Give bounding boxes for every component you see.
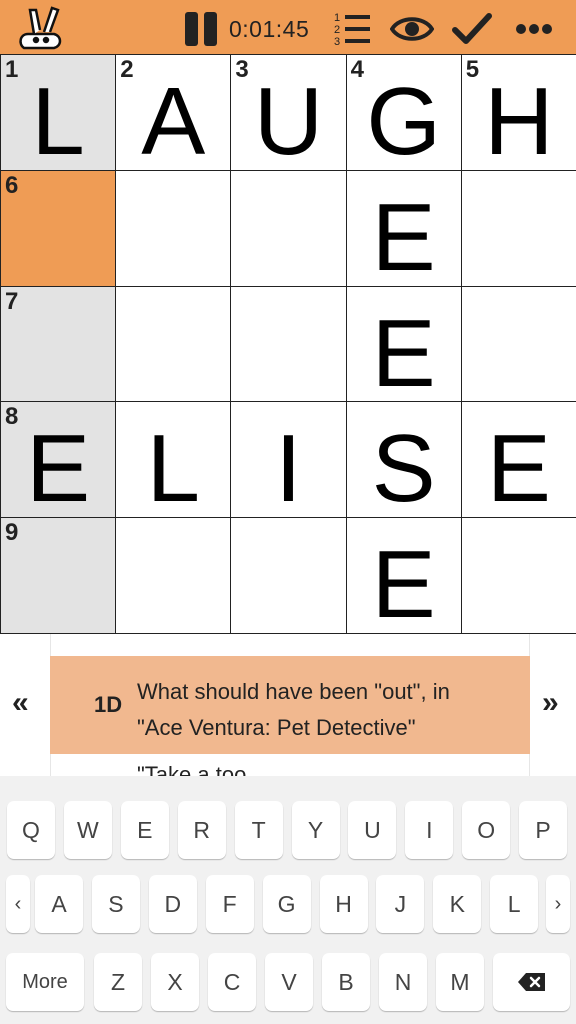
svg-text:2: 2 (334, 24, 340, 36)
cell-letter: E (371, 299, 436, 407)
backspace-key[interactable] (493, 953, 570, 1011)
next-clue-button[interactable]: » (542, 686, 559, 720)
current-clue[interactable]: 1D What should have been "out", in "Ace … (50, 656, 530, 754)
key-right-arrow[interactable]: › (546, 875, 570, 933)
cell-letter: L (31, 68, 85, 175)
grid-cell[interactable] (460, 517, 576, 634)
svg-text:3: 3 (334, 36, 340, 48)
grid-cell[interactable] (115, 169, 232, 287)
clue-text-line: What should have been "out", in (137, 679, 450, 704)
rabbit-logo-icon[interactable] (14, 4, 66, 52)
grid-cell[interactable]: 5H (460, 54, 576, 175)
cell-letter: E (26, 415, 91, 523)
grid-cell[interactable]: S (345, 401, 462, 522)
key-more[interactable]: More (6, 953, 84, 1011)
prev-clue-button[interactable]: « (12, 686, 29, 720)
cell-letter: A (141, 68, 206, 175)
cell-letter: U (253, 68, 324, 175)
grid-cell[interactable]: 7 (0, 285, 117, 403)
key-b[interactable]: B (322, 953, 370, 1011)
check-icon[interactable] (452, 10, 492, 48)
cell-letter: S (371, 415, 436, 523)
cell-letter: H (484, 68, 554, 175)
key-o[interactable]: O (462, 801, 511, 859)
key-d[interactable]: D (148, 875, 197, 933)
key-r[interactable]: R (177, 801, 226, 859)
clue-text: What should have been "out", in "Ace Ven… (137, 674, 517, 746)
grid-cell[interactable]: 1L (0, 54, 117, 175)
clue-list-icon[interactable]: 1 2 3 (332, 10, 372, 48)
clue-text-line: "Ace Ventura: Pet Detective" (137, 715, 416, 740)
key-c[interactable]: C (208, 953, 256, 1011)
key-t[interactable]: T (234, 801, 283, 859)
key-j[interactable]: J (376, 875, 425, 933)
cell-letter: G (366, 68, 442, 175)
key-p[interactable]: P (519, 801, 568, 859)
key-x[interactable]: X (151, 953, 199, 1011)
grid-cell[interactable] (460, 285, 576, 403)
key-e[interactable]: E (120, 801, 169, 859)
grid-cell[interactable]: E (345, 169, 462, 291)
grid-cell[interactable]: 6 (0, 169, 117, 287)
key-g[interactable]: G (262, 875, 311, 933)
previous-clue-partial (50, 634, 530, 642)
clue-bar: « 1D What should have been "out", in "Ac… (0, 634, 576, 776)
grid-cell[interactable] (460, 169, 576, 287)
grid-cell[interactable]: 9 (0, 517, 117, 634)
clue-number: 1D (94, 692, 123, 717)
key-v[interactable]: V (265, 953, 313, 1011)
grid-cell[interactable] (230, 169, 347, 287)
grid-cell[interactable]: L (115, 401, 232, 522)
grid-cell[interactable]: I (230, 401, 347, 522)
key-l[interactable]: L (490, 875, 539, 933)
key-i[interactable]: I (405, 801, 454, 859)
key-s[interactable]: S (91, 875, 140, 933)
key-m[interactable]: M (436, 953, 484, 1011)
key-z[interactable]: Z (94, 953, 142, 1011)
grid-cell[interactable]: 3U (230, 54, 347, 175)
svg-text:1: 1 (334, 12, 340, 24)
grid-cell[interactable]: 4G (345, 54, 462, 175)
key-w[interactable]: W (63, 801, 112, 859)
grid-cell[interactable]: E (345, 517, 462, 638)
backspace-icon (517, 973, 545, 991)
cell-letter: E (486, 415, 551, 523)
key-u[interactable]: U (348, 801, 397, 859)
key-h[interactable]: H (319, 875, 368, 933)
grid-cell[interactable]: E (460, 401, 576, 522)
cell-number: 9 (5, 519, 19, 547)
grid-cell[interactable] (230, 517, 347, 634)
cell-letter: I (275, 415, 302, 523)
key-k[interactable]: K (433, 875, 482, 933)
cell-letter: E (371, 183, 436, 291)
grid-cell[interactable] (115, 517, 232, 634)
key-q[interactable]: Q (7, 801, 55, 859)
key-a[interactable]: A (35, 875, 83, 933)
grid-cell[interactable]: 8E (0, 401, 117, 522)
pause-button[interactable] (184, 12, 220, 46)
key-y[interactable]: Y (291, 801, 340, 859)
more-icon[interactable] (514, 10, 554, 48)
cell-letter: E (371, 531, 436, 639)
cell-number: 6 (5, 171, 19, 199)
timer: 0:01:45 (229, 16, 310, 42)
grid-cell[interactable]: E (345, 285, 462, 407)
grid-cell[interactable] (115, 285, 232, 403)
key-left-arrow[interactable]: ‹ (6, 875, 30, 933)
grid-cell[interactable]: 2A (115, 54, 232, 175)
grid-cell[interactable] (230, 285, 347, 403)
top-toolbar: 0:01:45 1 2 3 (0, 0, 576, 56)
key-n[interactable]: N (379, 953, 427, 1011)
eye-icon[interactable] (390, 10, 434, 48)
cell-letter: L (146, 415, 200, 523)
cell-number: 7 (5, 287, 19, 315)
on-screen-keyboard: Q W E R T Y U I O P ‹ A S D F G H J K L › More Z X C V B N M (0, 776, 576, 1024)
crossword-grid: 1L2A3U4G5H6E7E8ELISE9E (0, 54, 576, 638)
key-f[interactable]: F (205, 875, 254, 933)
next-clue-partial: "Take a too… (137, 762, 269, 776)
